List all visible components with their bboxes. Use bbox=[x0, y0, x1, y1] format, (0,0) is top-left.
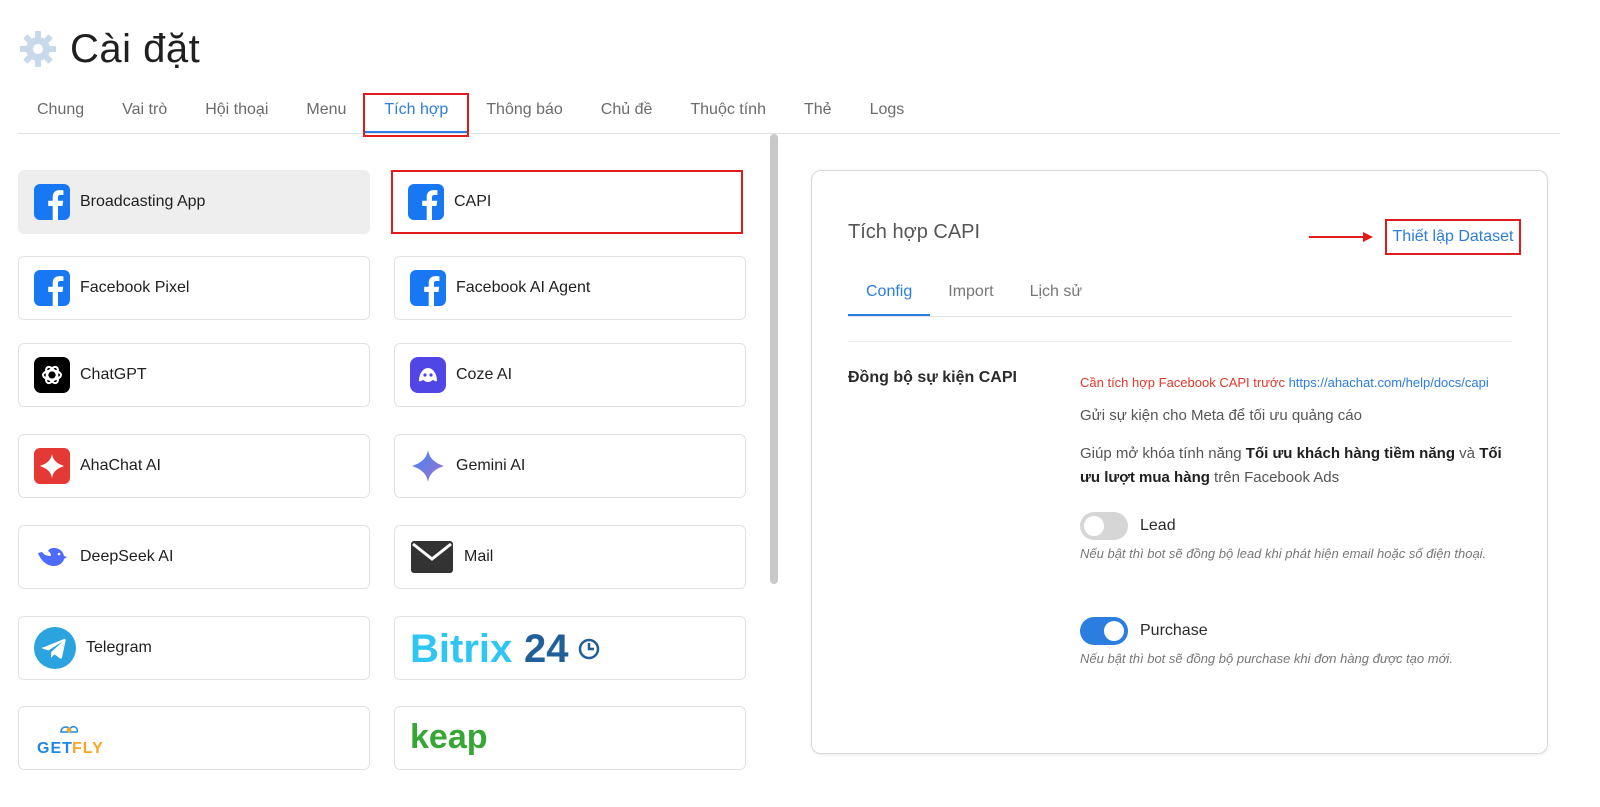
tab-hoi-thoai[interactable]: Hội thoại bbox=[186, 101, 287, 133]
app-card-facebook-pixel[interactable]: Facebook Pixel bbox=[18, 256, 370, 320]
desc-bold: Tối ưu khách hàng tiềm năng bbox=[1245, 445, 1455, 462]
coze-icon bbox=[410, 357, 446, 393]
tab-the[interactable]: Thẻ bbox=[785, 101, 851, 133]
app-card-telegram[interactable]: Telegram bbox=[18, 616, 370, 680]
tab-logs[interactable]: Logs bbox=[851, 101, 924, 133]
app-label: Telegram bbox=[86, 639, 152, 656]
page-title: Cài đặt bbox=[70, 26, 201, 71]
section-label: Đồng bộ sự kiện CAPI bbox=[848, 369, 1017, 386]
description-1: Gửi sự kiện cho Meta để tối ưu quảng cáo bbox=[1080, 407, 1362, 424]
app-card-keap[interactable]: keap bbox=[394, 706, 746, 770]
telegram-icon bbox=[34, 627, 76, 669]
app-card-broadcasting[interactable]: Broadcasting App bbox=[18, 170, 370, 234]
app-card-facebook-ai-agent[interactable]: Facebook AI Agent bbox=[394, 256, 746, 320]
app-label: Broadcasting App bbox=[80, 193, 206, 210]
settings-tabs: Chung Vai trò Hội thoại Menu Tích hợp Th… bbox=[18, 86, 1560, 137]
app-label: AhaChat AI bbox=[80, 457, 161, 474]
divider bbox=[848, 341, 1512, 342]
arrow-icon bbox=[1309, 232, 1373, 242]
tab-thong-bao[interactable]: Thông báo bbox=[467, 101, 582, 133]
ahachat-icon bbox=[34, 448, 70, 484]
app-card-capi[interactable]: CAPI bbox=[391, 170, 743, 234]
warning-text: Cần tích hợp Facebook CAPI trước bbox=[1080, 375, 1285, 390]
app-label: Facebook Pixel bbox=[80, 279, 190, 296]
gear-icon bbox=[20, 31, 56, 67]
tab-vai-tro[interactable]: Vai trò bbox=[103, 101, 186, 133]
app-label: Facebook AI Agent bbox=[456, 279, 591, 296]
app-card-getfly[interactable]: GET FLY bbox=[18, 706, 370, 770]
capi-integration-panel: Tích hợp CAPI Thiết lập Dataset Config I… bbox=[811, 170, 1548, 754]
toggle-knob bbox=[1104, 621, 1124, 641]
bitrix24-logo: Bitrix 24 bbox=[410, 627, 600, 670]
lead-toggle[interactable] bbox=[1080, 512, 1128, 540]
svg-text:FLY: FLY bbox=[72, 740, 104, 757]
desc-text: trên Facebook Ads bbox=[1209, 469, 1340, 486]
subtab-history[interactable]: Lịch sử bbox=[1012, 275, 1101, 316]
app-card-chatgpt[interactable]: ChatGPT bbox=[18, 343, 370, 407]
desc-text: và bbox=[1455, 445, 1480, 462]
getfly-logo: GET FLY bbox=[37, 725, 104, 757]
lead-toggle-row: Lead bbox=[1080, 512, 1510, 540]
keap-logo: keap bbox=[410, 718, 488, 756]
facebook-icon bbox=[34, 184, 70, 220]
app-card-bitrix24[interactable]: Bitrix 24 bbox=[394, 616, 746, 680]
svg-text:GET: GET bbox=[37, 740, 73, 757]
app-card-coze-ai[interactable]: Coze AI bbox=[394, 343, 746, 407]
capi-warning: Cần tích hợp Facebook CAPI trước https:/… bbox=[1080, 375, 1510, 390]
chatgpt-icon bbox=[34, 357, 70, 393]
setup-dataset-link[interactable]: Thiết lập Dataset bbox=[1385, 219, 1521, 255]
tab-thuoc-tinh[interactable]: Thuộc tính bbox=[671, 101, 785, 133]
page-header: Cài đặt bbox=[18, 22, 200, 76]
app-label: CAPI bbox=[454, 193, 492, 210]
lead-hint: Nếu bật thì bot sẽ đồng bộ lead khi phát… bbox=[1080, 546, 1487, 561]
facebook-icon bbox=[410, 270, 446, 306]
subtab-config[interactable]: Config bbox=[848, 275, 931, 316]
capi-sync-content: Cần tích hợp Facebook CAPI trước https:/… bbox=[1080, 375, 1510, 666]
svg-text:24: 24 bbox=[524, 627, 569, 670]
apps-scrollbar[interactable] bbox=[770, 134, 778, 584]
svg-text:keap: keap bbox=[410, 718, 488, 756]
app-label: ChatGPT bbox=[80, 366, 147, 383]
app-label: Coze AI bbox=[456, 366, 513, 383]
tab-chung[interactable]: Chung bbox=[18, 101, 103, 133]
purchase-toggle-row: Purchase bbox=[1080, 617, 1510, 645]
app-label: Gemini AI bbox=[456, 457, 526, 474]
app-card-gemini-ai[interactable]: Gemini AI bbox=[394, 434, 746, 498]
tab-menu[interactable]: Menu bbox=[287, 101, 365, 133]
tab-chu-de[interactable]: Chủ đề bbox=[582, 101, 672, 133]
panel-subtabs: Config Import Lịch sử bbox=[848, 275, 1512, 317]
svg-text:Bitrix: Bitrix bbox=[410, 627, 512, 670]
capi-docs-link[interactable]: https://ahachat.com/help/docs/capi bbox=[1289, 375, 1489, 390]
subtab-import[interactable]: Import bbox=[930, 275, 1011, 316]
purchase-label: Purchase bbox=[1140, 622, 1208, 639]
facebook-icon bbox=[408, 184, 444, 220]
deepseek-icon bbox=[34, 539, 70, 575]
app-label: Mail bbox=[464, 548, 494, 565]
facebook-icon bbox=[34, 270, 70, 306]
panel-title: Tích hợp CAPI bbox=[848, 221, 981, 243]
lead-label: Lead bbox=[1140, 517, 1176, 534]
gemini-icon bbox=[410, 448, 446, 484]
app-label: DeepSeek AI bbox=[80, 548, 174, 565]
mail-icon bbox=[410, 539, 454, 575]
description-2: Giúp mở khóa tính năng Tối ưu khách hàng… bbox=[1080, 442, 1510, 490]
app-card-ahachat-ai[interactable]: AhaChat AI bbox=[18, 434, 370, 498]
app-card-deepseek-ai[interactable]: DeepSeek AI bbox=[18, 525, 370, 589]
purchase-hint: Nếu bật thì bot sẽ đồng bộ purchase khi … bbox=[1080, 651, 1453, 666]
toggle-knob bbox=[1084, 516, 1104, 536]
purchase-toggle[interactable] bbox=[1080, 617, 1128, 645]
app-card-mail[interactable]: Mail bbox=[394, 525, 746, 589]
desc-text: Giúp mở khóa tính năng bbox=[1080, 445, 1246, 462]
tab-tich-hop[interactable]: Tích hợp bbox=[363, 93, 470, 137]
